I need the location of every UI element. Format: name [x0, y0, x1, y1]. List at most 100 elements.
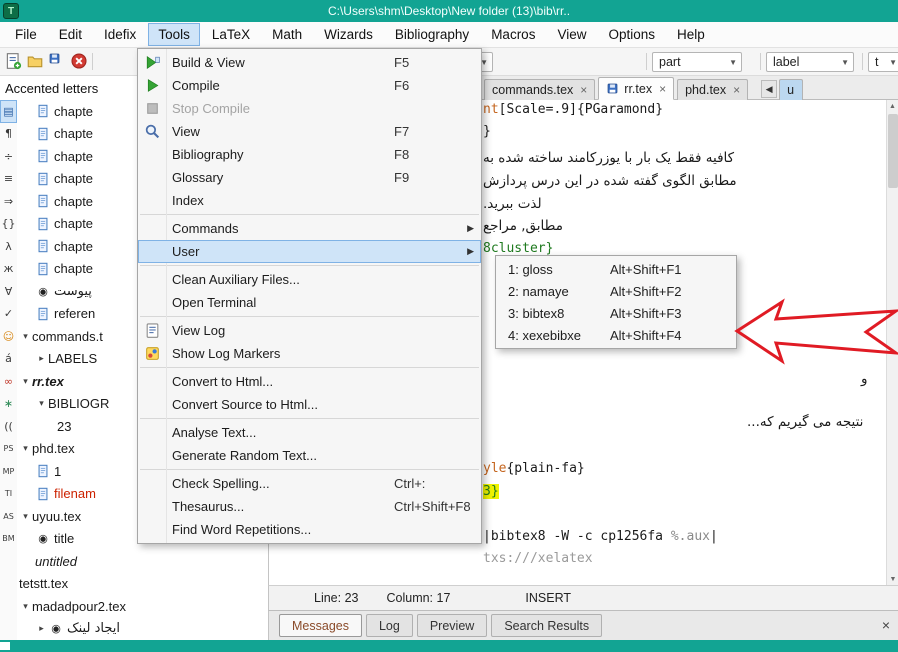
- open-folder-icon[interactable]: [26, 52, 45, 71]
- menu-wizards[interactable]: Wizards: [314, 23, 383, 46]
- menu-help[interactable]: Help: [667, 23, 715, 46]
- menu-item-generate-random-text[interactable]: Generate Random Text...: [138, 444, 481, 467]
- tab-close-icon[interactable]: ×: [580, 83, 587, 97]
- scroll-down-icon[interactable]: ▼: [887, 573, 898, 585]
- menu-item-compile[interactable]: CompileF6: [138, 74, 481, 97]
- expander-open-icon[interactable]: ▾: [19, 601, 32, 612]
- pstricks-panel-icon[interactable]: PS: [0, 438, 17, 461]
- toolbar-separator: [760, 53, 761, 70]
- menu-item-clean-auxiliary-files[interactable]: Clean Auxiliary Files...: [138, 268, 481, 291]
- menu-idefix[interactable]: Idefix: [94, 23, 146, 46]
- brackets-panel-icon[interactable]: ((: [0, 415, 17, 438]
- paragraph-symbols-icon[interactable]: ¶: [0, 123, 17, 146]
- misc-symbols-icon[interactable]: ☺: [0, 325, 17, 348]
- expander-closed-icon[interactable]: ▸: [35, 353, 48, 364]
- tab-close-icon[interactable]: ×: [733, 83, 740, 97]
- menu-item-thesaurus[interactable]: Thesaurus...Ctrl+Shift+F8: [138, 495, 481, 518]
- expander-open-icon[interactable]: ▾: [19, 376, 32, 387]
- menu-macros[interactable]: Macros: [481, 23, 545, 46]
- logmarkers-icon: [144, 345, 161, 362]
- tree-item-madadpour2-tex[interactable]: ▾madadpour2.tex: [17, 595, 268, 618]
- menu-edit[interactable]: Edit: [49, 23, 92, 46]
- submenu-item-2-namaye[interactable]: 2: namayeAlt+Shift+F2: [496, 280, 736, 302]
- menu-bibliography[interactable]: Bibliography: [385, 23, 479, 46]
- menu-math[interactable]: Math: [262, 23, 312, 46]
- toolbar-combo-label[interactable]: label▼: [766, 52, 854, 72]
- bottom-tab-messages[interactable]: Messages: [279, 614, 362, 637]
- tree-item-label: filenam: [54, 486, 96, 501]
- menu-item-convert-to-html[interactable]: Convert to Html...: [138, 370, 481, 393]
- relations-icon[interactable]: ≡: [0, 168, 17, 191]
- tab-phd-tex[interactable]: phd.tex×: [677, 79, 748, 100]
- tab-commands-tex[interactable]: commands.tex×: [484, 79, 595, 100]
- tree-item-tetstt-tex[interactable]: tetstt.tex: [17, 573, 268, 596]
- scrollbar-thumb[interactable]: [888, 114, 898, 188]
- editor-scrollbar[interactable]: ▲ ▼: [886, 100, 898, 585]
- tikz-panel-icon[interactable]: TI: [0, 483, 17, 506]
- expander-open-icon[interactable]: ▾: [19, 443, 32, 454]
- code-segment: مطابق الگوی گفته شده در این درس پردازش: [483, 173, 737, 189]
- expander-closed-icon[interactable]: ▸: [35, 623, 48, 634]
- menu-item-convert-source-to-html[interactable]: Convert Source to Html...: [138, 393, 481, 416]
- menu-item-view-log[interactable]: View Log: [138, 319, 481, 342]
- delimiters-icon[interactable]: {}: [0, 213, 17, 236]
- menu-item-check-spelling[interactable]: Check Spelling...Ctrl+:: [138, 472, 481, 495]
- menu-item-bibliography[interactable]: BibliographyF8: [138, 143, 481, 166]
- bottom-tab-search-results[interactable]: Search Results: [491, 614, 602, 637]
- tab-scroll-left-button[interactable]: ◀: [761, 80, 777, 98]
- beamer-panel-icon[interactable]: BM: [0, 528, 17, 551]
- toolbar-combo-t[interactable]: t▼: [868, 52, 898, 72]
- arrows-icon[interactable]: ⇒: [0, 190, 17, 213]
- expander-open-icon[interactable]: ▾: [35, 398, 48, 409]
- close-red-icon[interactable]: [70, 52, 89, 71]
- menu-view[interactable]: View: [547, 23, 596, 46]
- menu-item-analyse-text[interactable]: Analyse Text...: [138, 421, 481, 444]
- tab-rr-tex[interactable]: rr.tex×: [598, 77, 674, 100]
- menu-latex[interactable]: LaTeX: [202, 23, 260, 46]
- menu-options[interactable]: Options: [598, 23, 665, 46]
- menu-tools[interactable]: Tools: [148, 23, 200, 46]
- submenu-item-3-bibtex8[interactable]: 3: bibtex8Alt+Shift+F3: [496, 302, 736, 324]
- infinity-symbols-icon[interactable]: ∞: [0, 370, 17, 393]
- tab-close-icon[interactable]: ×: [659, 82, 666, 96]
- menu-item-find-word-repetitions[interactable]: Find Word Repetitions...: [138, 518, 481, 541]
- special-symbols-icon[interactable]: ∗: [0, 393, 17, 416]
- expander-open-icon[interactable]: ▾: [19, 511, 32, 522]
- toolbar-combo-part[interactable]: part▼: [652, 52, 742, 72]
- metapost-panel-icon[interactable]: MP: [0, 460, 17, 483]
- tree-item-untitled[interactable]: untitled: [17, 550, 268, 573]
- menu-item-commands[interactable]: Commands▶: [138, 217, 481, 240]
- save-icon[interactable]: [48, 52, 67, 71]
- menu-item-stop-compile[interactable]: Stop Compile: [138, 97, 481, 120]
- new-document-icon[interactable]: [4, 52, 23, 71]
- logic-operators-icon[interactable]: ∀: [0, 280, 17, 303]
- cyrillic-letters-icon[interactable]: ж: [0, 258, 17, 281]
- tree-item-ایجاد-لینک[interactable]: ▸◉ایجاد لینک: [17, 618, 268, 641]
- code-segment: nt: [483, 102, 499, 117]
- expander-open-icon[interactable]: ▾: [19, 331, 32, 342]
- menu-item-index[interactable]: Index: [138, 189, 481, 212]
- submenu-item-4-xexebibxe[interactable]: 4: xexebibxeAlt+Shift+F4: [496, 324, 736, 346]
- bottom-tab-log[interactable]: Log: [366, 614, 413, 637]
- menu-item-glossary[interactable]: GlossaryF9: [138, 166, 481, 189]
- check-symbols-icon[interactable]: ✓: [0, 303, 17, 326]
- bottom-tab-preview[interactable]: Preview: [417, 614, 487, 637]
- tab-u[interactable]: u: [779, 79, 803, 100]
- submenu-item-1-gloss[interactable]: 1: glossAlt+Shift+F1: [496, 258, 736, 280]
- menu-file[interactable]: File: [5, 23, 47, 46]
- greek-letters-icon[interactable]: λ: [0, 235, 17, 258]
- menu-item-view[interactable]: ViewF7: [138, 120, 481, 143]
- menu-item-open-terminal[interactable]: Open Terminal: [138, 291, 481, 314]
- bottom-panel-close-icon[interactable]: ×: [882, 617, 890, 633]
- structure-panel-icon[interactable]: ▤: [0, 100, 17, 123]
- math-operators-icon[interactable]: ÷: [0, 145, 17, 168]
- block-icon: ◉: [48, 621, 64, 637]
- file-icon: [35, 238, 51, 254]
- asymptote-panel-icon[interactable]: AS: [0, 505, 17, 528]
- menu-item-show-log-markers[interactable]: Show Log Markers: [138, 342, 481, 365]
- menu-item-shortcut: F7: [394, 124, 409, 139]
- menu-item-build-view[interactable]: Build & ViewF5: [138, 51, 481, 74]
- accented-letters-icon[interactable]: á: [0, 348, 17, 371]
- menu-item-user[interactable]: User▶: [138, 240, 481, 263]
- scroll-up-icon[interactable]: ▲: [887, 100, 898, 112]
